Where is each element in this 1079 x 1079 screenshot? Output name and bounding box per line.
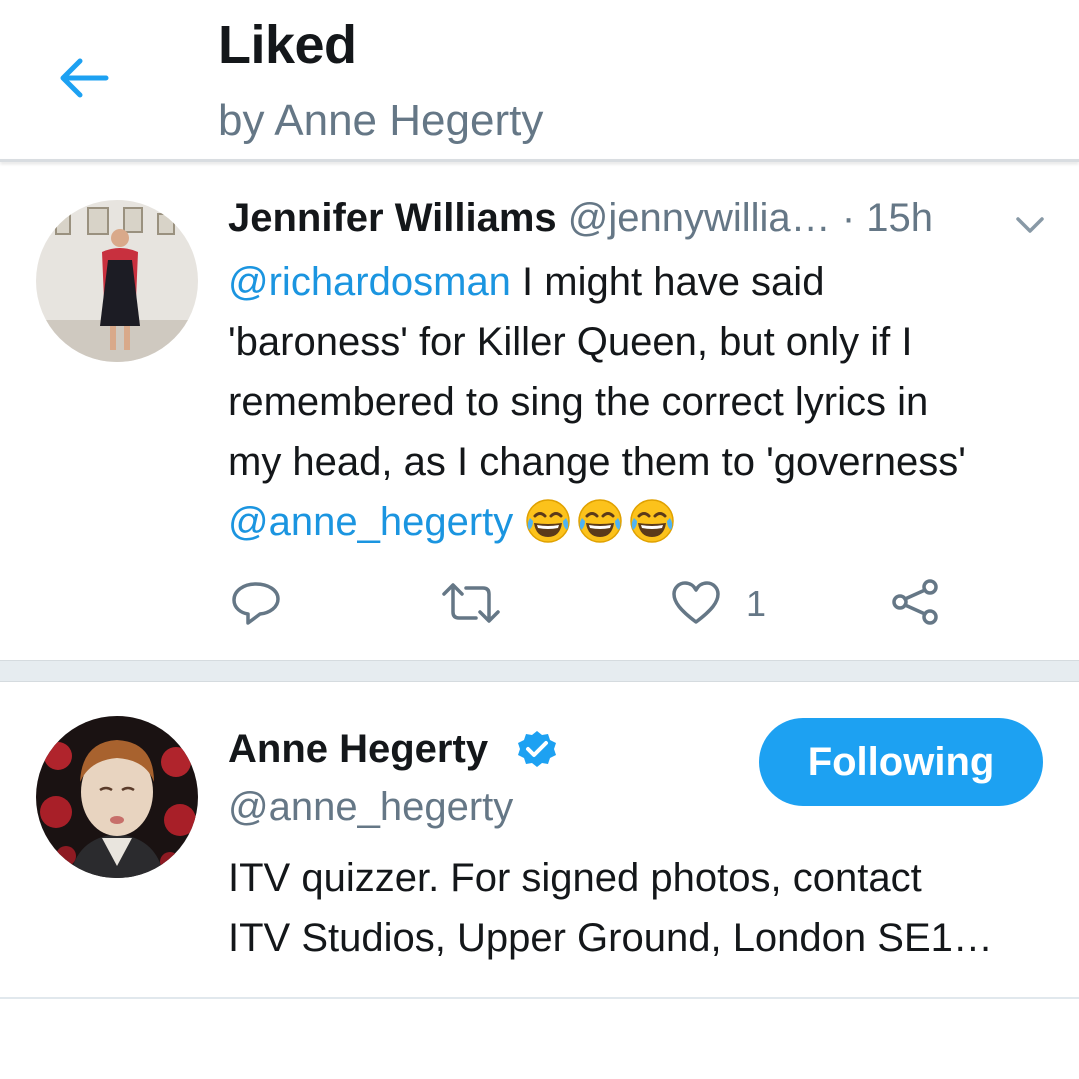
user-bio-line: ITV Studios, Upper Ground, London SE1… bbox=[228, 916, 993, 960]
section-separator bbox=[0, 660, 1079, 682]
tweet-author-handle[interactable]: @jennywillia… bbox=[568, 196, 831, 240]
following-button[interactable]: Following bbox=[759, 718, 1043, 806]
page-subtitle: by Anne Hegerty bbox=[218, 96, 544, 145]
tweet-header: Jennifer Williams @jennywillia… · 15h bbox=[228, 196, 1058, 246]
arrow-left-icon bbox=[60, 58, 109, 98]
meta-separator: · bbox=[841, 196, 856, 240]
retweet-button[interactable] bbox=[440, 582, 502, 624]
tweet-menu-button[interactable] bbox=[1013, 212, 1047, 238]
mention-link[interactable]: @anne_hegerty bbox=[228, 500, 513, 544]
reply-button[interactable] bbox=[230, 580, 282, 626]
back-button[interactable] bbox=[56, 50, 112, 106]
user-bio-line: ITV quizzer. For signed photos, contact bbox=[228, 856, 922, 900]
user-avatar[interactable] bbox=[36, 716, 198, 878]
user-handle[interactable]: @anne_hegerty bbox=[228, 785, 513, 830]
emoji-group bbox=[524, 499, 680, 544]
like-button[interactable] bbox=[670, 580, 722, 626]
share-icon bbox=[892, 579, 938, 625]
face-with-tears-of-joy-icon bbox=[526, 499, 571, 543]
share-button[interactable] bbox=[890, 578, 942, 626]
like-count: 1 bbox=[746, 583, 767, 624]
verified-badge bbox=[516, 729, 558, 771]
face-with-tears-of-joy-icon bbox=[578, 499, 623, 543]
chevron-down-icon bbox=[1016, 217, 1044, 233]
tweet-author-name[interactable]: Jennifer Williams bbox=[228, 196, 557, 240]
page-title: Liked bbox=[218, 15, 357, 75]
heart-icon bbox=[672, 581, 720, 624]
retweet-icon bbox=[442, 583, 500, 623]
reply-icon bbox=[232, 582, 280, 625]
tweet-text: @richardosman I might have said 'barones… bbox=[228, 252, 1058, 552]
bottom-divider bbox=[0, 997, 1079, 999]
tweet-author-avatar[interactable] bbox=[36, 200, 198, 362]
tweet-timestamp[interactable]: 15h bbox=[866, 196, 933, 240]
user-bio: ITV quizzer. For signed photos, contact … bbox=[228, 848, 1058, 968]
mention-link[interactable]: @richardosman bbox=[228, 260, 511, 304]
face-with-tears-of-joy-icon bbox=[630, 499, 675, 543]
tweet-text-segment: I might have said bbox=[510, 260, 825, 304]
header-bar: Liked by Anne Hegerty bbox=[0, 0, 1079, 160]
tweet-text-line: 'baroness' for Killer Queen, but only if… bbox=[228, 320, 913, 364]
tweet-text-line: remembered to sing the correct lyrics in bbox=[228, 380, 929, 424]
user-name[interactable]: Anne Hegerty bbox=[228, 727, 488, 772]
verified-badge-icon bbox=[518, 731, 556, 767]
header-divider bbox=[0, 159, 1079, 162]
tweet-text-line: my head, as I change them to 'governess' bbox=[228, 440, 966, 484]
